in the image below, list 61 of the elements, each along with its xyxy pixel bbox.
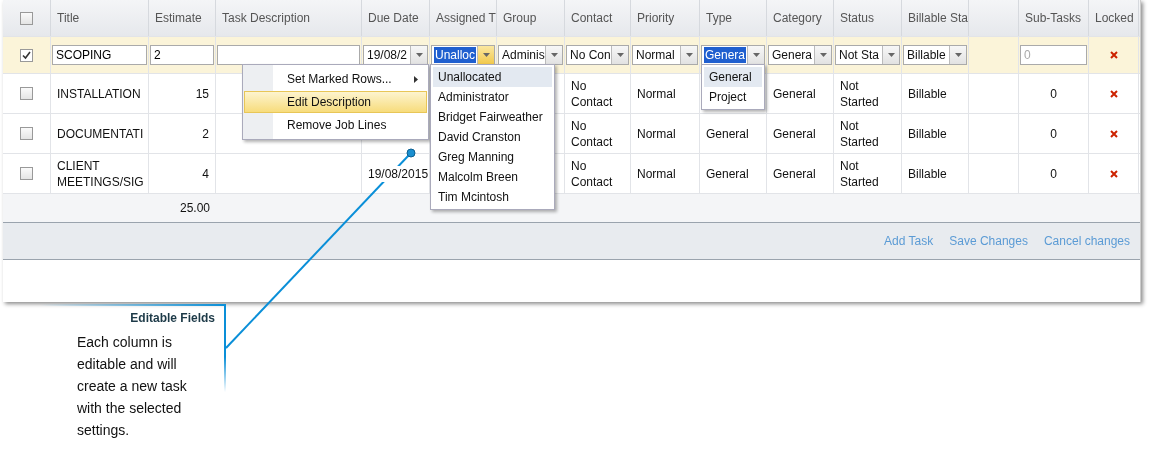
text-field[interactable]: 2 — [150, 45, 214, 65]
delete-icon[interactable] — [1109, 169, 1118, 178]
estimate-total: 25.00 — [179, 200, 210, 216]
caret-icon — [550, 53, 558, 57]
column-header[interactable]: Billable Sta — [902, 0, 969, 36]
caret-icon — [616, 53, 624, 57]
column-header[interactable]: Title — [51, 0, 149, 36]
caret-icon — [685, 53, 693, 57]
menu-item[interactable]: Set Marked Rows... — [244, 68, 427, 90]
checkbox[interactable] — [20, 87, 33, 100]
text-field[interactable] — [217, 45, 360, 65]
column-header[interactable]: Task Description — [216, 0, 362, 36]
delete-icon[interactable] — [1109, 129, 1118, 138]
callout-title: Editable Fields — [129, 311, 215, 325]
dropdown-field[interactable]: Normal — [632, 45, 698, 65]
column-header[interactable]: Sub-Tasks — [1019, 0, 1089, 36]
dropdown-option[interactable]: General — [704, 67, 762, 87]
dropdown-option[interactable]: Bridget Fairweather — [433, 107, 552, 127]
dropdown-field[interactable]: Not Sta — [835, 45, 900, 65]
column-header[interactable]: Status — [834, 0, 902, 36]
dropdown-field[interactable]: Adminis — [498, 45, 563, 65]
dropdown-option[interactable]: David Cranston — [433, 127, 552, 147]
dropdown-option[interactable]: Project — [704, 87, 762, 107]
column-header[interactable]: Category — [767, 0, 834, 36]
caret-icon — [482, 53, 490, 57]
column-header[interactable]: Assigned T — [430, 0, 497, 36]
text-field[interactable]: 0 — [1020, 45, 1087, 65]
dropdown-field[interactable]: Genera — [701, 45, 765, 65]
dropdown-option[interactable]: Tim Mcintosh — [433, 187, 552, 207]
callout-text: Each column is editable and will create a new task with the selected settings. — [77, 333, 188, 440]
text-field[interactable]: SCOPING — [52, 45, 147, 65]
column-header[interactable]: Contact — [565, 0, 631, 36]
table-cell: 19/08/2015 — [368, 165, 429, 182]
delete-icon[interactable] — [1109, 51, 1118, 59]
caret-icon — [887, 53, 895, 57]
column-header[interactable]: Type — [700, 0, 767, 36]
caret-icon — [752, 53, 760, 57]
caret-icon — [819, 53, 827, 57]
menu-item[interactable]: Edit Description — [244, 91, 427, 113]
column-header[interactable]: Group — [497, 0, 565, 36]
checkbox[interactable] — [20, 48, 33, 62]
dropdown-option[interactable]: Malcolm Breen — [433, 167, 552, 187]
column-header[interactable]: Estimate — [149, 0, 216, 36]
checkbox[interactable] — [20, 167, 33, 180]
dropdown-field[interactable]: Genera — [768, 45, 832, 65]
delete-icon[interactable] — [1109, 89, 1118, 98]
dropdown-option[interactable]: Unallocated — [433, 67, 552, 87]
dropdown-option[interactable]: Greg Manning — [433, 147, 552, 167]
checkbox[interactable] — [20, 11, 33, 25]
dropdown-field[interactable]: Billable — [903, 45, 967, 65]
checkbox[interactable] — [20, 127, 33, 140]
column-header[interactable]: Due Date — [362, 0, 430, 36]
dropdown-option[interactable]: Administrator — [433, 87, 552, 107]
caret-icon — [954, 53, 962, 57]
column-header[interactable]: Priority — [631, 0, 700, 36]
menu-item[interactable]: Remove Job Lines — [244, 114, 427, 136]
dropdown-field[interactable]: No Con — [566, 45, 629, 65]
dropdown-field[interactable]: Unalloc — [431, 45, 495, 65]
column-header[interactable]: Locked — [1089, 0, 1139, 36]
dropdown-field[interactable]: 19/08/2 — [363, 45, 428, 65]
caret-icon — [415, 53, 423, 57]
